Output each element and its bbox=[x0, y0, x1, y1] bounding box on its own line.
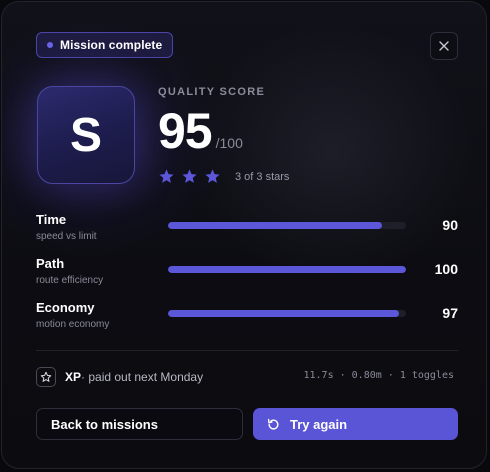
metric-subtitle: motion economy bbox=[36, 319, 110, 330]
run-stats: 11.7s · 0.80m · 1 toggles bbox=[303, 370, 454, 381]
star-icon bbox=[182, 169, 197, 183]
star-outline-icon bbox=[36, 367, 56, 387]
metric-bar-fill bbox=[168, 222, 383, 229]
close-button[interactable] bbox=[430, 32, 458, 60]
metric-economy: Economy motion economy 97 bbox=[36, 300, 460, 336]
grade-tile: S bbox=[37, 86, 135, 184]
xp-label: XP bbox=[65, 370, 82, 384]
metric-value: 100 bbox=[434, 261, 458, 277]
badge-label: Mission complete bbox=[60, 38, 163, 52]
metric-subtitle: speed vs limit bbox=[36, 231, 97, 242]
star-icon bbox=[159, 169, 174, 183]
metric-name: Time bbox=[36, 212, 67, 227]
metric-bar-track bbox=[168, 266, 406, 273]
stars-count: 3 of 3 stars bbox=[235, 170, 290, 183]
close-icon bbox=[439, 41, 449, 51]
results-card: Mission complete S QUALITY SCORE 95 /100… bbox=[1, 1, 487, 469]
metric-value: 90 bbox=[442, 217, 458, 233]
score-max: /100 bbox=[215, 135, 243, 151]
status-dot bbox=[47, 42, 53, 48]
back-button-label: Back to missions bbox=[51, 416, 158, 432]
metric-path: Path route efficiency 100 bbox=[36, 256, 460, 292]
metric-time: Time speed vs limit 90 bbox=[36, 212, 460, 248]
quality-score-label: QUALITY SCORE bbox=[158, 86, 266, 98]
metric-subtitle: route efficiency bbox=[36, 275, 104, 286]
metric-bar-fill bbox=[168, 266, 406, 273]
metric-bar-track bbox=[168, 222, 406, 229]
xp-info: XP · paid out next Monday bbox=[36, 367, 203, 387]
score-value: 95 bbox=[158, 103, 213, 159]
metric-value: 97 bbox=[442, 305, 458, 321]
metric-bar-fill bbox=[168, 310, 399, 317]
xp-payout-note: · paid out next Monday bbox=[81, 370, 204, 384]
star-icon bbox=[205, 169, 220, 183]
quality-score: 95 /100 bbox=[158, 101, 243, 161]
metric-name: Path bbox=[36, 256, 65, 271]
mission-status-badge: Mission complete bbox=[36, 32, 174, 58]
divider bbox=[36, 350, 458, 351]
grade-letter: S bbox=[69, 108, 102, 162]
try-again-label: Try again bbox=[290, 416, 348, 432]
refresh-icon bbox=[267, 418, 279, 430]
star-rating: 3 of 3 stars bbox=[158, 168, 289, 185]
metric-name: Economy bbox=[36, 300, 95, 315]
metric-bar-track bbox=[168, 310, 406, 317]
back-to-missions-button[interactable]: Back to missions bbox=[36, 408, 243, 440]
try-again-button[interactable]: Try again bbox=[253, 408, 458, 440]
